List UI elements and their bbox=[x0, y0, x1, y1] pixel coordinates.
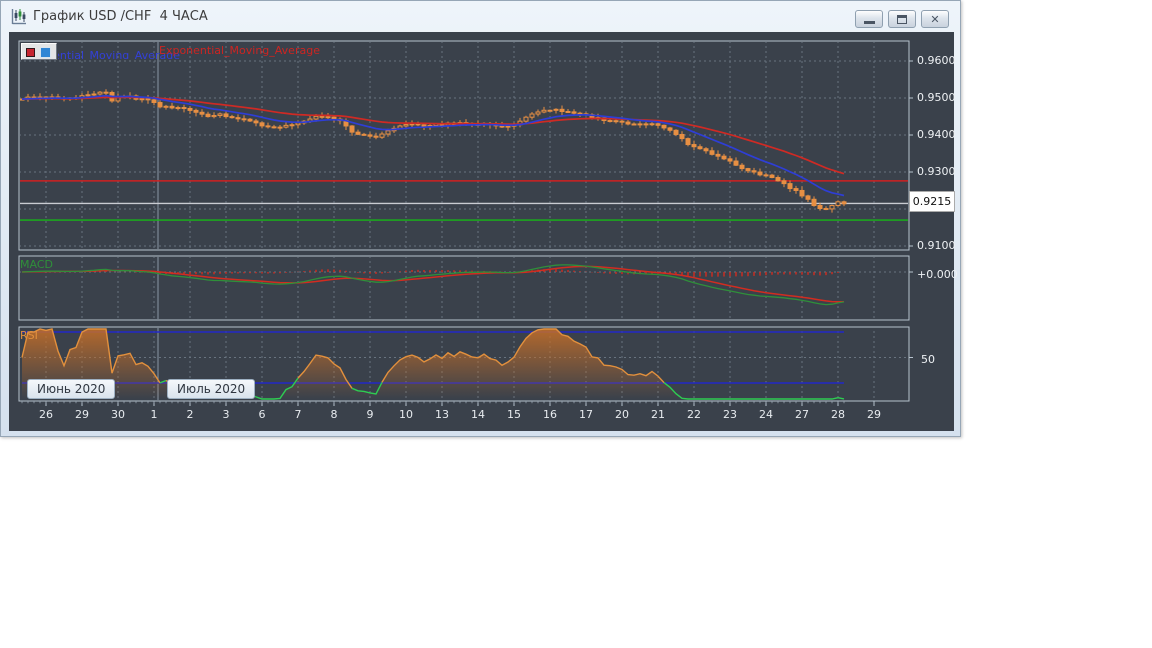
date-axis-label: 13 bbox=[435, 408, 449, 421]
date-axis-label: 28 bbox=[831, 408, 845, 421]
date-axis-label: 3 bbox=[222, 408, 230, 421]
ema-fast-swatch-icon bbox=[40, 47, 51, 58]
legend-ema-slow: Exponential_Moving_Average bbox=[159, 44, 320, 57]
date-axis-label: 23 bbox=[723, 408, 737, 421]
date-axis-label: 8 bbox=[330, 408, 338, 421]
price-axis-label: 0.9300 bbox=[917, 165, 956, 178]
date-axis-label: 21 bbox=[651, 408, 665, 421]
date-axis-label: 24 bbox=[759, 408, 773, 421]
date-axis-label: 7 bbox=[294, 408, 302, 421]
macd-axis-label: +0.000 bbox=[917, 268, 958, 281]
date-axis-label: 22 bbox=[687, 408, 701, 421]
legend-color-swatches[interactable] bbox=[21, 43, 57, 60]
price-axis-label: 0.9500 bbox=[917, 91, 956, 104]
date-axis-label: 10 bbox=[399, 408, 413, 421]
price-axis-label: 0.9100 bbox=[917, 239, 956, 252]
current-price-badge: 0.9215 bbox=[909, 191, 955, 212]
date-axis-label: 29 bbox=[867, 408, 881, 421]
rsi-label: RSI bbox=[20, 329, 38, 342]
date-axis-label: 20 bbox=[615, 408, 629, 421]
chart-client-area: Exponential_Moving_Average Exponential_M… bbox=[9, 32, 958, 431]
month-button-july[interactable]: Июль 2020 bbox=[167, 379, 256, 399]
chart-window: График USD /CHF 4 ЧАСА ✕ Exponential_Mov… bbox=[0, 0, 961, 437]
date-axis-label: 6 bbox=[258, 408, 266, 421]
date-axis-label: 14 bbox=[471, 408, 485, 421]
date-axis-label: 1 bbox=[150, 408, 158, 421]
date-axis-label: 15 bbox=[507, 408, 521, 421]
ema-slow-swatch-icon bbox=[26, 48, 35, 57]
month-button-june[interactable]: Июнь 2020 bbox=[27, 379, 116, 399]
date-axis-label: 16 bbox=[543, 408, 557, 421]
chart-canvas[interactable] bbox=[1, 1, 962, 438]
rsi-axis-label: 50 bbox=[921, 353, 935, 366]
date-axis-label: 17 bbox=[579, 408, 593, 421]
date-axis-label: 26 bbox=[39, 408, 53, 421]
macd-label: MACD bbox=[20, 258, 53, 271]
date-axis-label: 9 bbox=[366, 408, 374, 421]
date-axis-label: 27 bbox=[795, 408, 809, 421]
date-axis-label: 2 bbox=[186, 408, 194, 421]
date-axis-label: 29 bbox=[75, 408, 89, 421]
date-axis-label: 30 bbox=[111, 408, 125, 421]
price-axis-label: 0.9400 bbox=[917, 128, 956, 141]
price-axis-label: 0.9600 bbox=[917, 54, 956, 67]
